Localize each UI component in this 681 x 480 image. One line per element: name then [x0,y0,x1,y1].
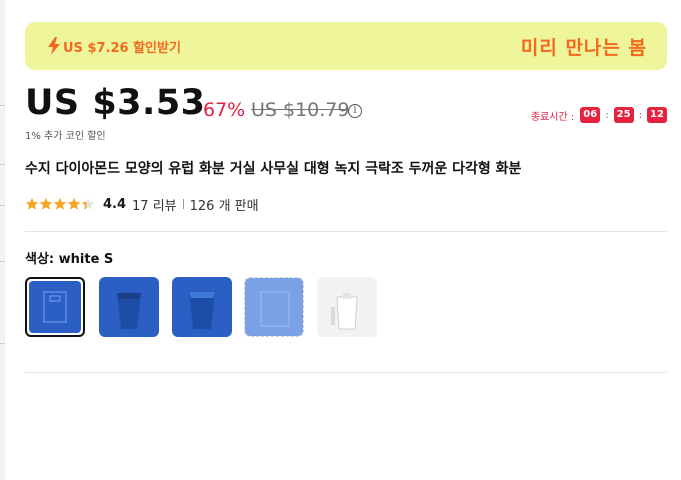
planter-image [43,291,67,323]
planter-image [189,292,215,329]
info-icon[interactable]: i [348,104,362,118]
discount-percent: 67% [203,99,246,121]
swatch-5[interactable] [317,277,377,337]
swatch-image [172,277,232,337]
swatch-image [245,278,303,336]
timer-hours: 06 [580,107,601,123]
divider [25,372,667,373]
coin-discount-note: 1% 추가 코인 할인 [25,131,106,142]
planter-image [117,293,141,329]
timer-minutes: 25 [613,107,634,123]
timer-separator: : [605,109,609,121]
edge-tick [0,164,5,165]
swatch-image [99,277,159,337]
rating-row[interactable]: 4.4 17 리뷰 126 개 판매 [25,195,259,214]
left-edge-strip [0,0,5,480]
planter-image [260,291,290,327]
star-rating [25,197,95,211]
planter-image [331,293,358,330]
star-icon [53,197,67,210]
edge-tick [0,105,5,106]
timer-separator: : [638,109,642,121]
star-icon [81,197,95,210]
promo-banner[interactable]: US $7.26 할인받기 미리 만나는 봄 [25,22,667,70]
lightning-icon [48,37,60,55]
edge-tick [0,343,5,344]
variant-label: 색상: white S [25,252,114,267]
swatch-2[interactable] [99,277,159,337]
swatch-4[interactable] [244,277,304,337]
swatch-white-s[interactable] [25,277,85,337]
current-price: US $3.53 [25,83,206,123]
coupon-link[interactable]: US $7.26 할인받기 [63,37,181,56]
product-title: 수지 다이아몬드 모양의 유럽 화분 거실 사무실 대형 녹지 극락조 두꺼운 … [25,161,522,177]
divider [25,231,667,232]
countdown-timer: 종료시간 : 06 : 25 : 12 [531,107,667,123]
swatch-3[interactable] [172,277,232,337]
swatch-image [29,281,81,333]
star-icon [39,197,53,210]
swatch-image [317,277,377,337]
divider [182,199,184,209]
review-count-link[interactable]: 17 리뷰 [132,195,177,214]
promo-slogan: 미리 만나는 봄 [520,37,647,59]
timer-label: 종료시간 : [530,111,575,123]
timer-seconds: 12 [647,107,667,123]
rating-score: 4.4 [103,196,127,212]
sold-count: 126 개 판매 [189,198,259,214]
star-icon [25,197,39,210]
edge-tick [0,205,5,206]
star-icon [67,197,81,210]
original-price: US $10.79 [251,99,350,121]
edge-tick [0,261,5,262]
